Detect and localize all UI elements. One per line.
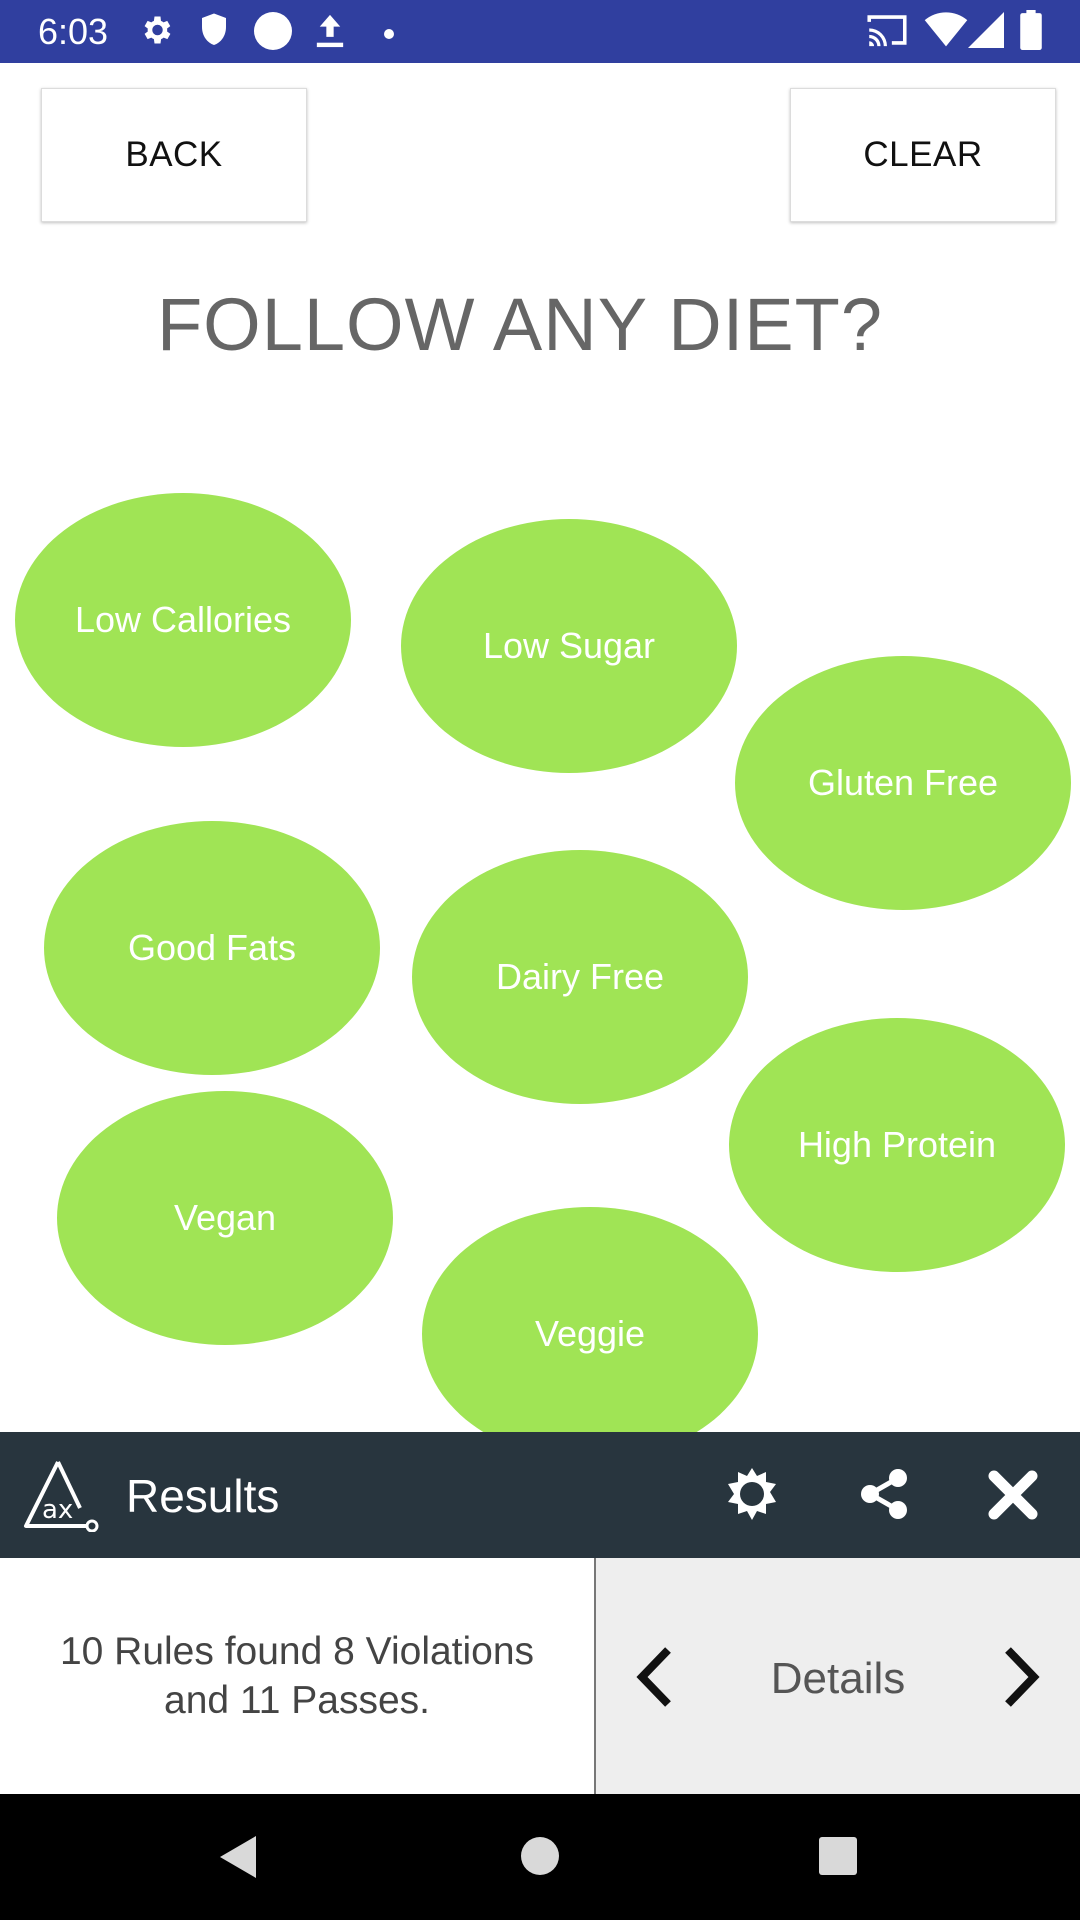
status-bar: 6:03: [0, 0, 1080, 63]
clear-button[interactable]: CLEAR: [790, 88, 1056, 222]
page-title: FOLLOW ANY DIET?: [156, 283, 884, 366]
shield-icon: [198, 12, 230, 53]
close-icon[interactable]: [988, 1470, 1038, 1525]
details-pane: Details: [596, 1558, 1080, 1794]
results-toolbar: ax Results: [0, 1432, 1080, 1558]
gear-icon: [138, 12, 174, 53]
dot-icon: [384, 26, 394, 44]
results-summary: 10 Rules found 8 Violations and 11 Passe…: [59, 1630, 535, 1722]
back-button[interactable]: BACK: [41, 88, 307, 222]
battery-icon: [1020, 10, 1042, 55]
share-icon[interactable]: [858, 1468, 910, 1525]
diet-option-vegan[interactable]: Vegan: [57, 1091, 393, 1345]
ax-logo-icon: ax: [22, 1458, 100, 1537]
diet-option-low-calories[interactable]: Low Callories: [15, 493, 351, 747]
back-nav-icon[interactable]: [218, 1834, 258, 1885]
diet-option-good-fats[interactable]: Good Fats: [44, 821, 380, 1075]
diet-option-high-protein[interactable]: High Protein: [729, 1018, 1065, 1272]
cast-icon: [866, 12, 908, 53]
results-summary-pane: 10 Rules found 8 Violations and 11 Passe…: [0, 1558, 594, 1794]
status-time: 6:03: [38, 11, 109, 52]
diet-option-dairy-free[interactable]: Dairy Free: [412, 850, 748, 1104]
upload-icon: [312, 12, 348, 55]
recents-nav-icon[interactable]: [818, 1836, 858, 1881]
system-navigation-bar: [0, 1794, 1080, 1920]
results-title: Results: [126, 1470, 280, 1522]
settings-icon[interactable]: [726, 1468, 778, 1525]
home-nav-icon[interactable]: [520, 1836, 560, 1881]
diet-option-low-sugar[interactable]: Low Sugar: [401, 519, 737, 773]
circle-icon: [252, 10, 294, 57]
diet-option-gluten-free[interactable]: Gluten Free: [735, 656, 1071, 910]
diet-option-veggie[interactable]: Veggie: [422, 1207, 758, 1461]
wifi-icon: [924, 12, 968, 53]
next-arrow-icon[interactable]: [1000, 1646, 1044, 1713]
signal-icon: [968, 12, 1004, 53]
svg-text:ax: ax: [42, 1495, 73, 1525]
